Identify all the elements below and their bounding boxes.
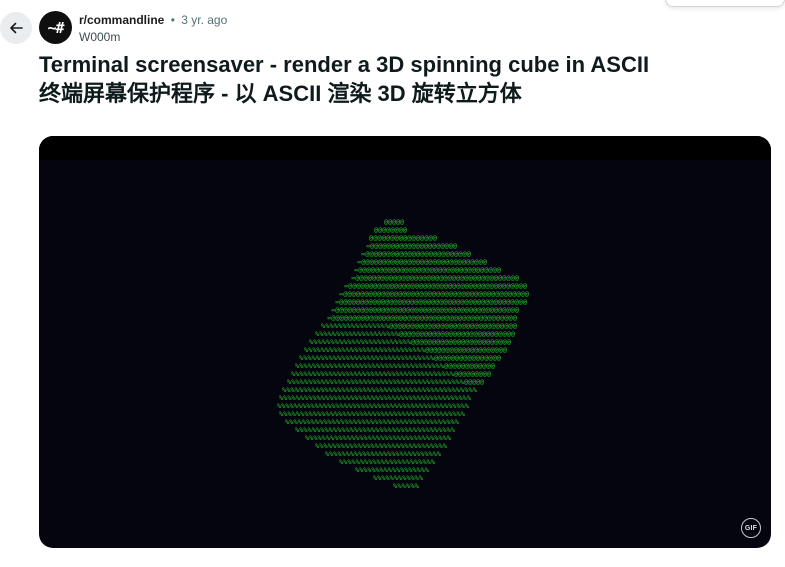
ascii-row: @@@@@@@@@@@@ xyxy=(444,362,495,370)
avatar-text: ~# xyxy=(47,18,64,37)
ascii-row: %%%%%%%%%%%%%%%%%%%%%%%%%%%%%%%%%%%%%%%%… xyxy=(287,378,464,386)
ascii-row: @@@@@@@@@@@@@@@@@@@@@@@@@@@@@@ xyxy=(389,322,517,330)
post-author[interactable]: W000m xyxy=(79,30,120,44)
post-title-chinese: 终端屏幕保护程序 - 以 ASCII 渲染 3D 旋转立方体 xyxy=(39,81,522,106)
ascii-row: %%%%%%%%%%%%%%%%%%%%%%%%%%%%%%%%%%%%%%%%… xyxy=(279,410,465,418)
ascii-row: %%%%%%%%%%%% xyxy=(373,474,423,482)
ascii-row: @@@@@@@@@@@@@@@@ xyxy=(369,234,437,242)
ascii-row: %%%%%%%%%%%%%%%%%%%%%%%%%%%%%%%%%%%%%%%%… xyxy=(279,394,471,402)
ascii-row: %%%%%%%%%%%%%%%%%%%%%%%%%%%%%%%%%%%%%%%%… xyxy=(282,386,477,394)
ascii-row: @@@@@@@@@@@@@@@@@@@@@@@@@@@@ xyxy=(399,330,515,338)
ascii-row: %%%%%%%%%%%%%%%%%%%%%%%%%%%%% xyxy=(304,346,425,354)
post-meta: r/commandline • 3 yr. ago xyxy=(79,13,227,27)
ascii-row: %%%%%%%%%%%%%%%%%%%%%%%%%%%%%%%%%%%%%%% xyxy=(291,370,454,378)
ascii-row: %%%%%%%%%%%%%%%%%%%% xyxy=(315,330,399,338)
ascii-row: %%%%%%%%%%%%%%%%%%%%%%%% xyxy=(309,338,411,346)
back-button[interactable] xyxy=(0,12,32,44)
ascii-row: =@@@@@@@@@@@@@@@@@@@@@@@@@@@@@@@@@@@@@@@… xyxy=(331,306,519,314)
ascii-row: @@@@@ xyxy=(464,378,484,386)
ascii-row: @@@@@@@@@@@@@@@@@@@@@@@@ xyxy=(411,338,511,346)
ascii-row: %%%%%%%%%%%%%%%%%%%%%%%%%%%%%%%%%%% xyxy=(295,362,444,370)
subreddit-link[interactable]: r/commandline xyxy=(79,13,164,27)
ascii-row: @@@@@@@@@@@@@@@@ xyxy=(434,354,501,362)
ascii-row: =@@@@@@@@@@@@@@@@@@@@@ xyxy=(366,242,457,250)
ascii-row: =@@@@@@@@@@@@@@@@@@@@@@@@@@@@@@@@@@@@@@@… xyxy=(339,290,529,298)
ascii-cube: @@@@@@@@@@@@@@@@@@@@@@@@@@@@@=@@@@@@@@@@… xyxy=(277,218,529,490)
ascii-row: @@@@@@@@@@@@@@@@@@@@ xyxy=(425,346,507,354)
ascii-row: @@@@@@@@@ xyxy=(454,370,491,378)
ascii-row: %%%%%%%%%%%%%%%%%%%%%%%%%%%%%%%%%%% xyxy=(305,434,451,442)
ascii-row: %%%%%%%%%%%%%%%% xyxy=(321,322,389,330)
ascii-row: %%%%%%%%%%%%%%%%%%%%%%%%%%%%%%%% xyxy=(299,354,434,362)
ascii-row: @@@@@ xyxy=(384,218,404,226)
ascii-row: @@@@@@@@ xyxy=(374,226,407,234)
ascii-row: =@@@@@@@@@@@@@@@@@@@@@@@@@@@@@@@@@@@@@@@… xyxy=(335,298,527,306)
ascii-row: =@@@@@@@@@@@@@@@@@@@@@@@@@ xyxy=(361,250,471,258)
ascii-row: =@@@@@@@@@@@@@@@@@@@@@@@@@@@@@@@@@@@@@@@… xyxy=(327,314,517,322)
meta-separator: • xyxy=(170,13,175,27)
subreddit-avatar[interactable]: ~# xyxy=(39,11,72,44)
arrow-left-icon xyxy=(10,22,23,34)
ascii-row: =@@@@@@@@@@@@@@@@@@@@@@@@@@@@@@ xyxy=(357,258,487,266)
ascii-row: %%%%%%%%%%%%%%%%%%%%%%%%%%%% xyxy=(325,450,441,458)
ascii-row: =@@@@@@@@@@@@@@@@@@@@@@@@@@@@@@@@@@ xyxy=(354,266,501,274)
ascii-row: =@@@@@@@@@@@@@@@@@@@@@@@@@@@@@@@@@@@@@@@ xyxy=(351,274,519,282)
post-title: Terminal screensaver - render a 3D spinn… xyxy=(39,50,769,108)
post-time: 3 yr. ago xyxy=(181,13,228,27)
media-player[interactable]: @@@@@ @@@@@@@@ @@@@@@@@@@@@@@@@ =@@@@@@@@@@… xyxy=(39,136,771,548)
post-title-english: Terminal screensaver - render a 3D spinn… xyxy=(39,52,650,77)
ascii-row: %%%%%%%%%%%%%%%%%%%%%%%%%%%%%%% xyxy=(315,442,447,450)
gif-badge: GIF xyxy=(741,518,761,538)
header-partial-card xyxy=(665,0,785,7)
ascii-row: %%%%%%%%%%%%%%%%%%%%%%%%%%%%%%%%%%%%%%%%… xyxy=(285,418,459,426)
ascii-row: %%%%%%%%%%%%%%%%%%%%%%% xyxy=(339,458,435,466)
ascii-row: %%%%%%%%%%%%%%%%%%%%%%%%%%%%%%%%%%%%%%%%… xyxy=(277,402,469,410)
ascii-row: %%%%%% xyxy=(393,482,419,490)
ascii-row: %%%%%%%%%%%%%%%%%% xyxy=(355,466,429,474)
ascii-row: %%%%%%%%%%%%%%%%%%%%%%%%%%%%%%%%%%%%%% xyxy=(295,426,455,434)
post-page: ~# r/commandline • 3 yr. ago W000m Termi… xyxy=(0,0,785,567)
ascii-row: =@@@@@@@@@@@@@@@@@@@@@@@@@@@@@@@@@@@@@@@… xyxy=(344,282,527,290)
